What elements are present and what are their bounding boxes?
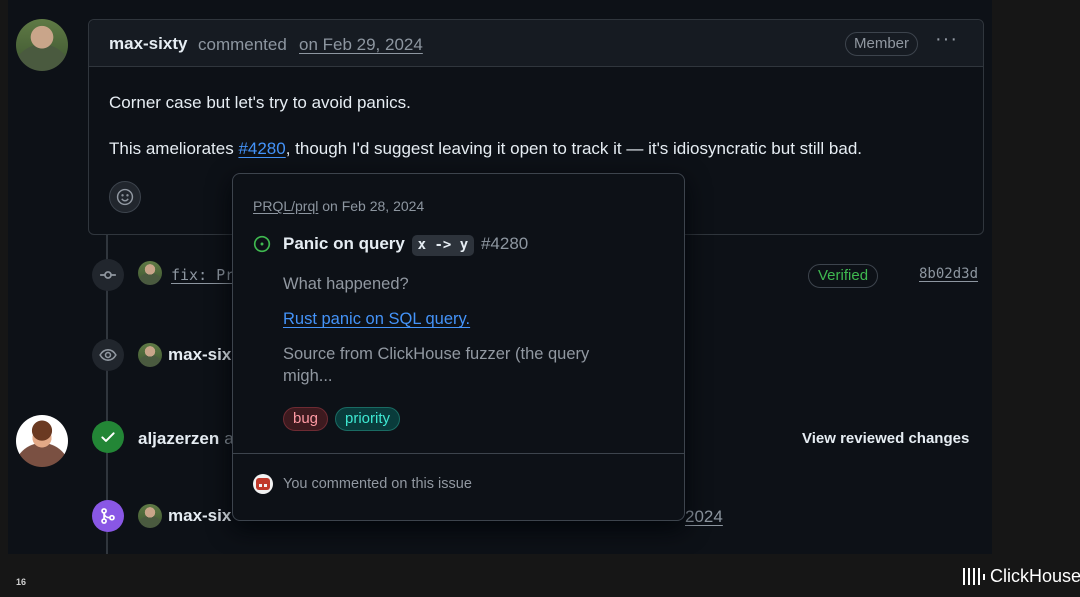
comment-author[interactable]: max-sixty: [109, 34, 187, 54]
hovercard-body-line-3: Source from ClickHouse fuzzer (the query: [283, 345, 590, 363]
comment-paragraph-1: Corner case but let's try to avoid panic…: [109, 93, 411, 112]
issue-reference-link[interactable]: #4280: [238, 139, 285, 158]
git-merge-icon: [101, 508, 115, 524]
hovercard-title-text: Panic on query: [283, 234, 405, 253]
check-icon: [101, 432, 115, 442]
comment-header: max-sixty commented on Feb 29, 2024 Memb…: [89, 20, 983, 67]
hovercard-body-line-1: What happened?: [283, 275, 409, 293]
view-actor-avatar[interactable]: [138, 343, 162, 367]
hovercard-divider: [233, 453, 684, 454]
reviewer-name-link[interactable]: aljazerzen: [138, 429, 219, 448]
comment-text-after-link: , though I'd suggest leaving it open to …: [285, 139, 863, 158]
hovercard-footer-avatar: [253, 474, 273, 494]
kebab-menu-icon[interactable]: ···: [935, 28, 958, 51]
merge-actor-avatar[interactable]: [138, 504, 162, 528]
view-reviewed-changes-button[interactable]: View reviewed changes: [802, 430, 969, 447]
issue-hovercard: PRQL/prql on Feb 28, 2024 Panic on query…: [232, 173, 685, 521]
hovercard-body-line-4: migh...: [283, 367, 333, 385]
hovercard-repo-line: PRQL/prql on Feb 28, 2024: [253, 198, 424, 214]
hovercard-body-link[interactable]: Rust panic on SQL query.: [283, 308, 470, 330]
view-event-icon: [92, 339, 124, 371]
comment-date-link[interactable]: on Feb 29, 2024: [299, 35, 423, 55]
view-actor-name[interactable]: max-six: [168, 345, 231, 365]
add-reaction-button[interactable]: [109, 181, 141, 213]
hovercard-repo-date: on Feb 28, 2024: [318, 198, 425, 214]
commit-sha-link[interactable]: 8b02d3d: [919, 266, 978, 282]
commit-message-link[interactable]: fix: Pr: [171, 266, 234, 284]
clickhouse-logo: ClickHouse: [963, 566, 1080, 587]
git-commit-icon: [100, 271, 116, 279]
merge-actor-name[interactable]: max-six: [168, 506, 231, 526]
reviewer-name: aljazerzen a: [138, 429, 234, 449]
verified-badge[interactable]: Verified: [808, 264, 879, 288]
member-badge: Member: [845, 32, 919, 56]
author-avatar[interactable]: [16, 19, 68, 71]
slide-page-number: 16: [16, 577, 27, 587]
smiley-icon: [116, 188, 134, 206]
hovercard-title-code: x -> y: [411, 235, 475, 256]
code-token-x: x: [417, 237, 427, 253]
hovercard-issue-number: #4280: [480, 234, 529, 253]
commit-event-icon: [92, 259, 124, 291]
comment-paragraph-2: This ameliorates #4280, though I'd sugge…: [109, 138, 862, 160]
comment-body: Corner case but let's try to avoid panic…: [109, 92, 862, 158]
user-avatar-icon: [256, 478, 270, 490]
eye-icon: [99, 349, 117, 361]
brand-name: ClickHouse: [990, 566, 1080, 586]
label-bug[interactable]: bug: [283, 407, 329, 431]
label-priority[interactable]: priority: [335, 407, 401, 431]
code-token-arrow: ->: [434, 237, 452, 253]
comment-text-before-link: This ameliorates: [109, 139, 239, 158]
merge-event-icon: [92, 500, 124, 532]
hovercard-title[interactable]: Panic on query x -> y #4280: [283, 234, 528, 256]
review-event-icon: [92, 421, 124, 453]
clickhouse-bars-icon: [963, 568, 985, 585]
code-token-y: y: [459, 237, 469, 253]
reviewer-avatar[interactable]: [16, 415, 68, 467]
issue-open-icon: [253, 235, 271, 253]
merge-date-link[interactable]: 2024: [685, 507, 723, 527]
github-screen: max-sixty commented on Feb 29, 2024 Memb…: [8, 0, 992, 554]
commit-author-avatar[interactable]: [138, 261, 162, 285]
hovercard-footer-text: You commented on this issue: [283, 476, 472, 492]
comment-verb: commented: [198, 35, 287, 54]
hovercard-repo-link[interactable]: PRQL/prql: [253, 198, 318, 214]
